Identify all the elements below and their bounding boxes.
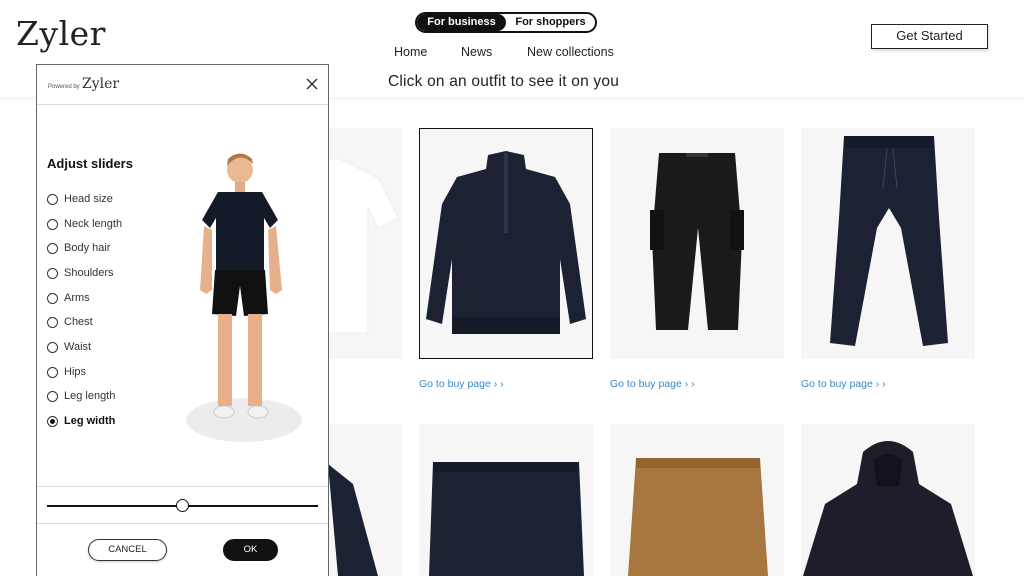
navy-shorts-image [429,462,584,576]
option-waist[interactable]: Waist [47,339,91,355]
buy-link-joggers[interactable]: Go to buy page › › [801,378,886,390]
product-card-hoodie[interactable] [801,424,975,576]
product-card-cargo-pants[interactable] [610,128,784,359]
audience-toggle[interactable]: For business For shoppers [415,12,597,33]
product-card-tan-shorts[interactable] [610,424,784,576]
nav-home[interactable]: Home [394,45,427,59]
black-cargo-pants-image [650,153,744,330]
option-body-hair[interactable]: Body hair [47,240,110,256]
radio-icon[interactable] [47,316,58,328]
radio-icon[interactable] [47,193,58,205]
page-tagline: Click on an outfit to see it on you [388,73,620,90]
navy-joggers-image [830,136,948,346]
buy-link-cargo-pants[interactable]: Go to buy page › › [610,378,695,390]
powered-by-label: Powered by [48,84,80,90]
cancel-button[interactable]: CANCEL [88,539,167,561]
navy-quarter-zip-sweater-image [426,151,586,334]
for-business-toggle[interactable]: For business [417,14,506,31]
tan-shorts-image [628,458,768,576]
black-hoodie-image [803,441,973,576]
slider-section [37,486,328,524]
panel-title: Adjust sliders [47,156,133,171]
nav-news[interactable]: News [461,45,492,59]
buy-link-sweater[interactable]: Go to buy page › › [419,378,504,390]
option-hips[interactable]: Hips [47,364,86,380]
radio-icon[interactable] [47,267,58,279]
ok-button[interactable]: OK [223,539,278,561]
panel-header: Powered by Zyler [37,65,328,105]
product-card-sweater[interactable] [419,128,593,359]
nav-new-collections[interactable]: New collections [527,45,614,59]
option-chest[interactable]: Chest [47,314,93,330]
radio-icon[interactable] [47,341,58,353]
option-neck-length[interactable]: Neck length [47,216,122,232]
radio-icon[interactable] [47,366,58,378]
option-shoulders[interactable]: Shoulders [47,265,114,281]
close-icon[interactable] [305,77,319,91]
powered-by-logo: Zyler [82,76,120,92]
radio-icon[interactable] [47,292,58,304]
radio-icon[interactable] [47,218,58,230]
fit-adjust-panel: Powered by Zyler Adjust sliders Head siz… [36,64,329,576]
radio-selected-icon[interactable] [47,415,58,427]
avatar-model-image [186,153,302,442]
get-started-button[interactable]: Get Started [871,24,988,49]
product-card-joggers[interactable] [801,128,975,359]
option-leg-length[interactable]: Leg length [47,388,115,404]
brand-logo[interactable]: Zyler [16,14,106,53]
option-head-size[interactable]: Head size [47,191,113,207]
for-shoppers-toggle[interactable]: For shoppers [506,14,595,31]
radio-icon[interactable] [47,390,58,402]
option-leg-width[interactable]: Leg width [47,413,115,429]
product-card-navy-shorts[interactable] [419,424,593,576]
radio-icon[interactable] [47,242,58,254]
leg-width-slider-handle[interactable] [176,499,189,512]
option-arms[interactable]: Arms [47,290,90,306]
